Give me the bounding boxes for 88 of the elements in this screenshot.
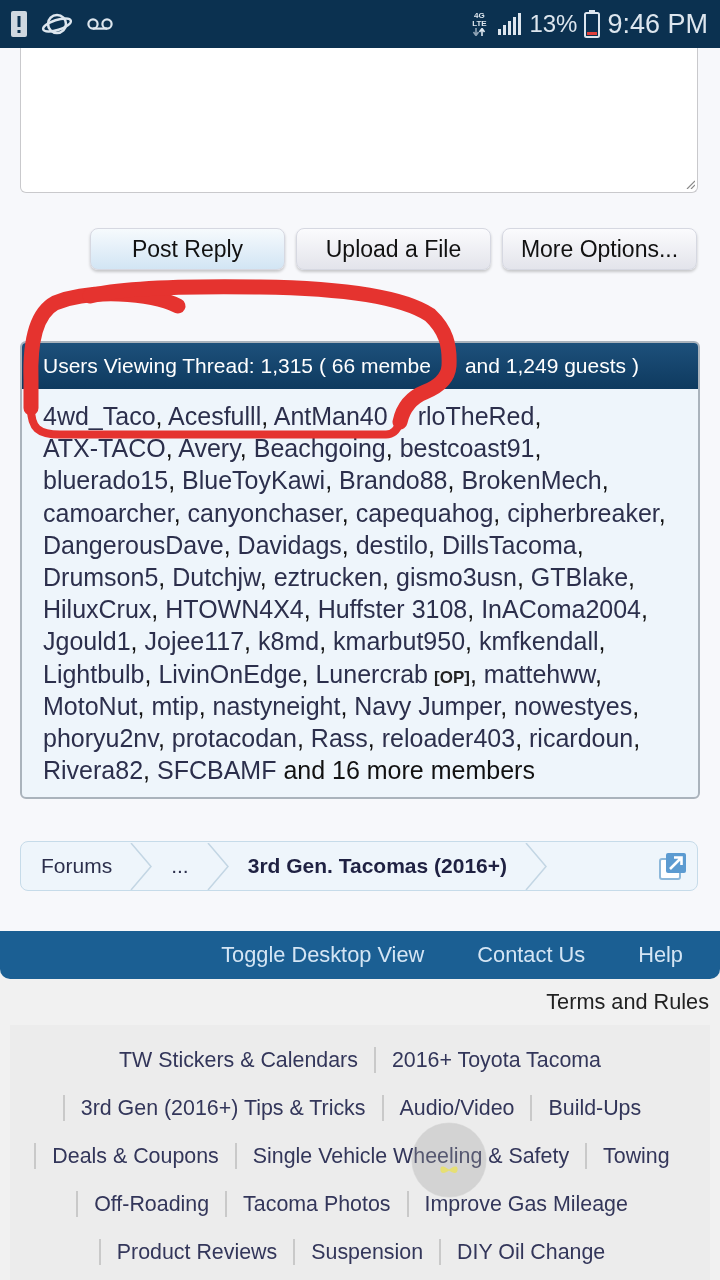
member-link[interactable]: Avery xyxy=(178,434,240,463)
member-link[interactable]: eztrucken xyxy=(273,563,383,591)
original-poster-label: [OP] xyxy=(434,667,470,687)
breadcrumb-link[interactable]: ... xyxy=(171,854,189,879)
users-viewing-title: Users Viewing Thread: 1,315 ( 66 membe xyxy=(43,354,431,378)
member-link[interactable]: BrokenMech xyxy=(461,466,602,495)
member-link[interactable]: Acesfulll xyxy=(168,402,262,430)
member-link[interactable]: k8md xyxy=(258,627,320,656)
users-viewing-title: and 1,249 guests ) xyxy=(464,354,639,378)
member-link[interactable]: BlueToyKawi xyxy=(182,466,326,495)
member-link[interactable]: rloTheRed xyxy=(417,402,535,430)
breadcrumb-link[interactable]: 3rd Gen. Tacomas (2016+) xyxy=(247,854,507,879)
planet-icon xyxy=(41,11,73,37)
voicemail-icon xyxy=(87,18,113,30)
member-link[interactable]: Lunercrab xyxy=(315,659,429,688)
member-link[interactable]: 4wd_Taco xyxy=(43,402,156,430)
forum-link[interactable]: Product Reviews xyxy=(98,1239,294,1266)
member-link[interactable]: HiluxCrux xyxy=(43,595,152,624)
member-link[interactable]: capequahog xyxy=(355,498,494,527)
member-link[interactable]: bestcoast91 xyxy=(399,434,535,463)
member-link[interactable]: SFCBAMF xyxy=(156,756,277,785)
clock-time: 9:46 PM xyxy=(607,8,708,40)
forum-link[interactable]: Towing xyxy=(585,1143,686,1170)
member-link[interactable]: Beachgoing xyxy=(253,434,386,463)
member-link[interactable]: Davidags xyxy=(237,530,342,559)
member-link[interactable]: Dutchjw xyxy=(172,563,260,591)
member-link[interactable]: reloader403 xyxy=(381,724,516,753)
battery-percent: 13% xyxy=(529,10,578,38)
member-link[interactable]: destilo xyxy=(355,530,428,559)
member-link[interactable]: kmarbut950 xyxy=(333,627,466,656)
member-link[interactable]: InAComa2004 xyxy=(481,595,641,624)
footer-link[interactable]: Toggle Desktop View xyxy=(221,942,425,969)
member-link[interactable]: Drumson5 xyxy=(43,563,159,591)
terms-link[interactable]: Terms and Rules xyxy=(546,989,709,1016)
member-link[interactable]: mtip xyxy=(151,691,199,720)
forum-link[interactable]: Audio/Video xyxy=(381,1095,531,1122)
forum-link[interactable]: Suspension xyxy=(293,1239,440,1266)
forum-link[interactable]: Off-Roading xyxy=(76,1191,226,1218)
forum-link[interactable]: Tacoma Photos xyxy=(225,1191,407,1218)
member-link[interactable]: nowestyes xyxy=(514,691,633,720)
member-link[interactable]: cipherbreaker xyxy=(507,498,659,527)
member-link[interactable]: DillsTacoma xyxy=(441,530,577,559)
forum-link[interactable]: DIY Oil Change xyxy=(439,1239,622,1266)
forum-link[interactable]: Improve Gas Mileage xyxy=(406,1191,644,1218)
member-link[interactable]: ricardoun xyxy=(529,724,634,753)
resize-grip-icon[interactable] xyxy=(686,180,695,189)
member-link[interactable]: Rass xyxy=(310,724,368,753)
member-link[interactable]: DangerousDave xyxy=(43,530,224,559)
member-link[interactable]: phoryu2nv xyxy=(43,724,158,753)
member-link[interactable]: gismo3usn xyxy=(396,563,517,591)
forum-link[interactable]: Deals & Coupons xyxy=(34,1143,235,1170)
member-link[interactable]: camoarcher xyxy=(43,498,174,527)
breadcrumb-link[interactable]: Forums xyxy=(41,854,113,879)
member-link[interactable]: AntMan40 xyxy=(273,402,388,430)
member-link[interactable]: Rivera82 xyxy=(43,756,144,785)
member-link[interactable]: MotoNut xyxy=(43,691,138,720)
signal-icon xyxy=(498,13,523,35)
form-button[interactable]: Post Reply xyxy=(90,228,285,270)
member-list: 4wd_Taco, Acesfulll, AntMan40 rloTheRed, ATX-TACO, Avery, Beachgoing, bestcoast91, bluerado15, BlueToyKawi, Brando88, BrokenMech, camoarcher, canyonchaser, capequahog, cipherbreaker, DangerousDave, Davidags, destilo, DillsTacoma, Drumson5, Dutchjw, eztrucken, gismo3usn, GTBlake, HiluxCrux, HTOWN4X4, Huffster 3108, InAComa2004, Jgould1, Jojee117, k8md, kmarbut950, kmfkendall, Lightbulb, LivinOnEdge, Lunercrab [OP], mattehww, MotoNut, mtip, nastyneight, Navy Jumper, nowestyes, phoryu2nv, protacodan, Rass, reloader403, ricardoun, Rivera82, SFCBAMF and 16 more members xyxy=(22,389,698,798)
footer-link[interactable]: Contact Us xyxy=(477,942,586,969)
member-link[interactable]: LivinOnEdge xyxy=(158,659,302,688)
footer-link[interactable]: Help xyxy=(638,942,683,969)
forum-link[interactable]: 2016+ Toyota Tacoma xyxy=(373,1047,617,1074)
forum-link[interactable]: Build-Ups xyxy=(530,1095,658,1122)
member-link[interactable]: Navy Jumper xyxy=(354,691,501,720)
member-link[interactable]: Jojee117 xyxy=(144,627,245,656)
form-button[interactable]: Upload a File xyxy=(296,228,491,270)
member-link[interactable]: bluerado15 xyxy=(43,466,169,495)
forum-link[interactable]: 3rd Gen (2016+) Tips & Tricks xyxy=(62,1095,382,1122)
member-link[interactable]: canyonchaser xyxy=(187,498,342,527)
form-button[interactable]: More Options... xyxy=(502,228,697,270)
member-link[interactable]: nastyneight xyxy=(212,691,341,720)
member-link[interactable]: Brando88 xyxy=(339,466,448,495)
member-link[interactable]: Lightbulb xyxy=(43,659,145,688)
member-link[interactable]: Huffster 3108 xyxy=(317,595,468,624)
alert-icon xyxy=(11,11,27,37)
member-link[interactable]: protacodan xyxy=(171,724,297,753)
battery-icon xyxy=(584,10,601,38)
external-link-icon[interactable] xyxy=(659,852,687,881)
member-link[interactable]: HTOWN4X4 xyxy=(165,595,304,624)
member-link[interactable]: Jgould1 xyxy=(43,627,131,656)
member-link[interactable]: kmfkendall xyxy=(479,627,599,656)
data-arrows-icon xyxy=(472,28,487,36)
member-link[interactable]: GTBlake xyxy=(530,563,629,591)
network-type-label: 4G LTE xyxy=(471,12,488,28)
forum-link[interactable]: TW Stickers & Calendars xyxy=(102,1047,374,1074)
member-link[interactable]: ATX-TACO xyxy=(43,434,166,463)
member-link[interactable]: mattehww xyxy=(483,659,595,688)
